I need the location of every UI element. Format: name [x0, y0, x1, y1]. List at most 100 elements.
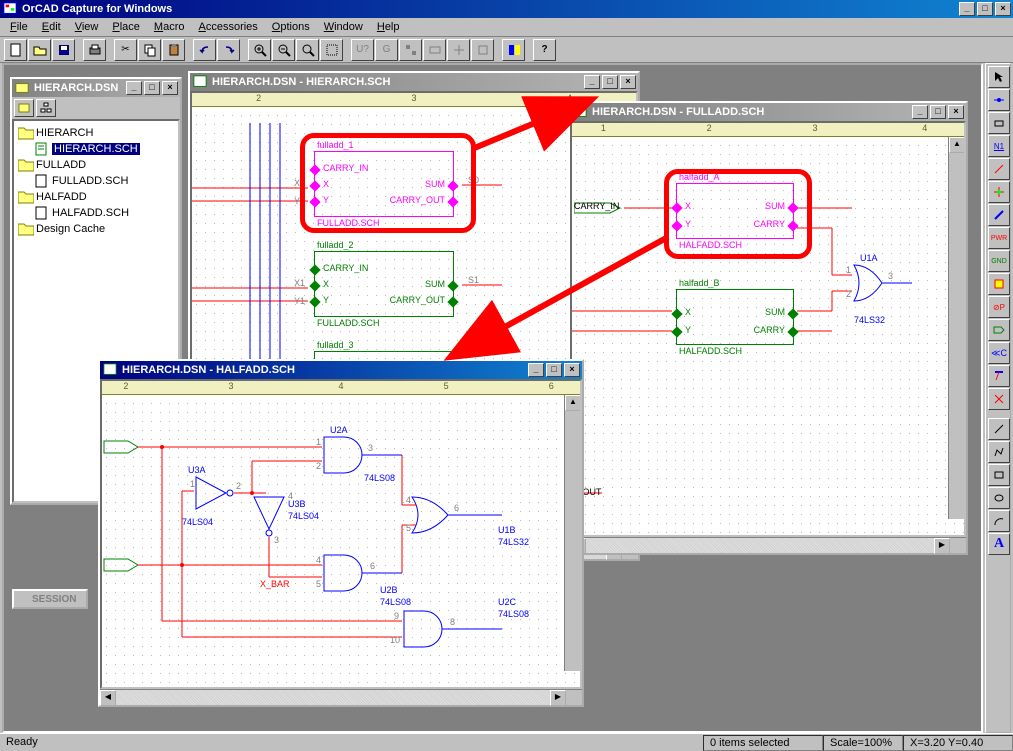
fulladd-minimize[interactable]: _: [912, 105, 928, 119]
poly-tool-icon[interactable]: [988, 441, 1010, 463]
fulladd-titlebar[interactable]: HIERARCH.DSN - FULLADD.SCH _ □ ×: [570, 103, 966, 121]
halfadd-window[interactable]: HIERARCH.DSN - HALFADD.SCH _ □ × 2 3 4 5…: [98, 359, 584, 707]
main-toolbar: ✂ U? G ?: [0, 37, 1013, 63]
drag-tool-icon[interactable]: [988, 112, 1010, 134]
bus-entry-icon[interactable]: [988, 365, 1010, 387]
halfadd-canvas[interactable]: 2 3 4 5 6: [100, 379, 582, 689]
close-button[interactable]: ×: [995, 2, 1011, 16]
fulladd-window[interactable]: HIERARCH.DSN - FULLADD.SCH _ □ × 1 2 3 4: [568, 101, 968, 555]
menu-place[interactable]: Place: [106, 19, 146, 35]
minimize-button[interactable]: _: [959, 2, 975, 16]
hierarch-close[interactable]: ×: [620, 75, 636, 89]
tool-u-icon[interactable]: U?: [351, 39, 374, 61]
tool-icon-5[interactable]: [447, 39, 470, 61]
hierarch-titlebar[interactable]: HIERARCH.DSN - HIERARCH.SCH _ □ ×: [190, 73, 638, 91]
redo-icon[interactable]: [217, 39, 240, 61]
halfadd-titlebar[interactable]: HIERARCH.DSN - HALFADD.SCH _ □ ×: [100, 361, 582, 379]
right-toolbar: N1 PWR GND ⊘P ≪C A: [985, 63, 1011, 733]
arc-tool-icon[interactable]: [988, 510, 1010, 532]
junction-tool-icon[interactable]: [988, 181, 1010, 203]
port-tool-icon[interactable]: [988, 319, 1010, 341]
maximize-button[interactable]: □: [977, 2, 993, 16]
save-icon[interactable]: [52, 39, 75, 61]
hierarch-maximize[interactable]: □: [602, 75, 618, 89]
project-close[interactable]: ×: [162, 81, 178, 95]
undo-icon[interactable]: [193, 39, 216, 61]
tool-g-icon[interactable]: G: [375, 39, 398, 61]
menu-macro[interactable]: Macro: [148, 19, 191, 35]
block-fulladd-2[interactable]: fulladd_2 FULLADD.SCH CARRY_IN X Y SUM C…: [314, 251, 454, 317]
new-icon[interactable]: [4, 39, 27, 61]
tree-node-hierarch[interactable]: HIERARCH: [18, 125, 174, 141]
main-menubar: File Edit View Place Macro Accessories O…: [0, 18, 1013, 37]
project-tab-hier[interactable]: [36, 99, 56, 117]
rect-tool-icon[interactable]: [988, 464, 1010, 486]
menu-file[interactable]: File: [4, 19, 34, 35]
ellipse-tool-icon[interactable]: [988, 487, 1010, 509]
wire-tool-icon[interactable]: [988, 158, 1010, 180]
zoom-in-icon[interactable]: [248, 39, 271, 61]
net-tool-icon[interactable]: N1: [988, 135, 1010, 157]
tree-node-halfadd[interactable]: HALFADD: [18, 189, 174, 205]
port-x[interactable]: [570, 304, 576, 318]
halfadd-vscroll[interactable]: ▲: [564, 395, 580, 671]
tree-node-cache[interactable]: Design Cache: [18, 221, 174, 237]
fulladd-canvas[interactable]: 1 2 3 4 U1A 74LS32 1: [570, 121, 966, 537]
tree-node-halfadd-sch[interactable]: HALFADD.SCH: [18, 205, 174, 221]
zoom-area-icon[interactable]: [320, 39, 343, 61]
tree-node-hierarch-sch[interactable]: HIERARCH.SCH: [18, 141, 174, 157]
menu-options[interactable]: Options: [266, 19, 316, 35]
session-minimized[interactable]: SESSION: [12, 589, 88, 609]
line-tool-icon[interactable]: [988, 418, 1010, 440]
nc-tool-icon[interactable]: ≪C: [988, 342, 1010, 364]
project-maximize[interactable]: □: [144, 81, 160, 95]
fulladd-hscroll[interactable]: ◀▶: [570, 537, 966, 553]
project-tree[interactable]: HIERARCH HIERARCH.SCH FULLADD FULLADD.SC…: [14, 121, 178, 241]
off-tool-icon[interactable]: ⊘P: [988, 296, 1010, 318]
halfadd-minimize[interactable]: _: [528, 363, 544, 377]
menu-view[interactable]: View: [69, 19, 105, 35]
pwr-tool-icon[interactable]: PWR: [988, 227, 1010, 249]
menu-edit[interactable]: Edit: [36, 19, 67, 35]
menu-help[interactable]: Help: [371, 19, 406, 35]
tree-node-fulladd[interactable]: FULLADD: [18, 157, 174, 173]
halfadd-hscroll[interactable]: ◀▶: [100, 689, 582, 705]
tool-icon-7[interactable]: [502, 39, 525, 61]
print-icon[interactable]: [83, 39, 106, 61]
text-tool-icon[interactable]: A: [988, 533, 1010, 555]
part-tool-icon[interactable]: [988, 273, 1010, 295]
hierarch-minimize[interactable]: _: [584, 75, 600, 89]
fulladd-close[interactable]: ×: [948, 105, 964, 119]
copy-icon[interactable]: [138, 39, 161, 61]
block-halfadd-b[interactable]: halfadd_B HALFADD.SCH X Y SUM CARRY: [676, 289, 794, 345]
open-icon[interactable]: [28, 39, 51, 61]
statusbar: Ready 0 items selected Scale=100% X=3.20…: [0, 733, 1013, 751]
noconn-tool-icon[interactable]: [988, 388, 1010, 410]
project-titlebar[interactable]: HIERARCH.DSN _ □ ×: [12, 79, 180, 97]
zoom-fit-icon[interactable]: [296, 39, 319, 61]
fulladd-maximize[interactable]: □: [930, 105, 946, 119]
halfadd-close[interactable]: ×: [564, 363, 580, 377]
tree-node-fulladd-sch[interactable]: FULLADD.SCH: [18, 173, 174, 189]
port-y[interactable]: [570, 324, 576, 338]
main-titlebar: OrCAD Capture for Windows _ □ ×: [0, 0, 1013, 18]
project-tab-file[interactable]: [14, 99, 34, 117]
snap-tool-icon[interactable]: [988, 89, 1010, 111]
project-minimize[interactable]: _: [126, 81, 142, 95]
cut-icon[interactable]: ✂: [114, 39, 137, 61]
zoom-out-icon[interactable]: [272, 39, 295, 61]
app-icon: [2, 2, 18, 16]
svg-text:9: 9: [394, 611, 399, 621]
menu-window[interactable]: Window: [318, 19, 369, 35]
paste-icon[interactable]: [162, 39, 185, 61]
help-icon[interactable]: ?: [533, 39, 556, 61]
fulladd-vscroll[interactable]: ▲: [948, 137, 964, 519]
halfadd-maximize[interactable]: □: [546, 363, 562, 377]
tool-icon-4[interactable]: [423, 39, 446, 61]
menu-accessories[interactable]: Accessories: [192, 19, 263, 35]
tool-icon-3[interactable]: [399, 39, 422, 61]
bus-tool-icon[interactable]: [988, 204, 1010, 226]
tool-icon-6[interactable]: [471, 39, 494, 61]
gnd-tool-icon[interactable]: GND: [988, 250, 1010, 272]
select-tool-icon[interactable]: [988, 66, 1010, 88]
